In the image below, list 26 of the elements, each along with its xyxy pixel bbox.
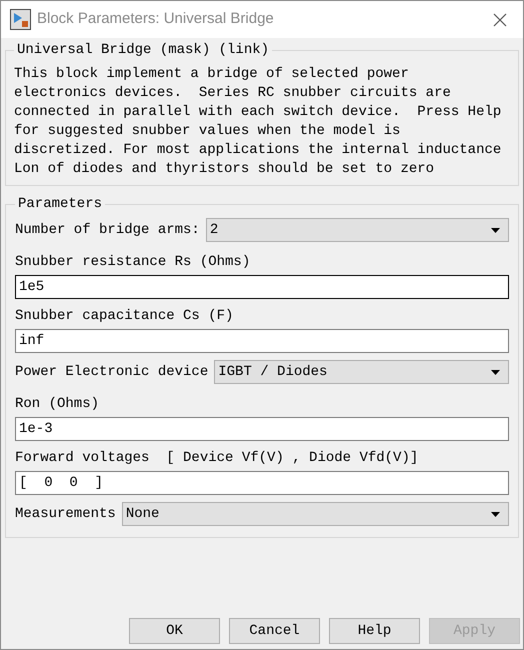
field-label: Forward voltages [ Device Vf(V) , Diode Vfd(V)] <box>15 448 420 468</box>
group-title: Universal Bridge (mask) (link) <box>16 41 270 60</box>
window-title: Block Parameters: Universal Bridge <box>37 9 275 30</box>
text-field[interactable]: inf <box>15 329 509 353</box>
close-icon[interactable] <box>493 12 507 26</box>
app-icon <box>10 9 31 30</box>
field-label: Snubber capacitance Cs (F) <box>15 306 234 326</box>
field-label: Measurements <box>15 504 116 524</box>
group-title: Parameters <box>17 195 104 214</box>
field-label: Snubber resistance Rs (Ohms) <box>15 252 252 272</box>
dropdown-field[interactable]: 2 <box>206 218 509 242</box>
dropdown-caret-icon <box>491 512 500 516</box>
dialog-button[interactable]: Help <box>329 618 420 644</box>
field-label: Ron (Ohms) <box>15 394 100 414</box>
text-field[interactable]: 1e5 <box>15 275 509 299</box>
dialog-button[interactable]: Cancel <box>229 618 320 644</box>
field-label: Power Electronic device <box>15 362 208 382</box>
dialog-button[interactable]: OK <box>129 618 220 644</box>
text-field[interactable]: [ 0 0 ] <box>15 471 509 495</box>
dropdown-caret-icon <box>491 370 500 374</box>
dropdown-field[interactable]: IGBT / Diodes <box>214 360 509 384</box>
field-label: Number of bridge arms: <box>15 220 200 240</box>
dropdown-field[interactable]: None <box>122 502 509 526</box>
dropdown-caret-icon <box>491 228 500 232</box>
block-description: This block implement a bridge of selected power electronics devices. Series RC snubber circuits are connected in parallel with each switch device. Press Help for suggested snubber values when the model is discretized. For most applications the internal inductance Lon of diodes and thyristors should be set to zero <box>14 65 502 179</box>
text-field[interactable]: 1e-3 <box>15 417 509 441</box>
